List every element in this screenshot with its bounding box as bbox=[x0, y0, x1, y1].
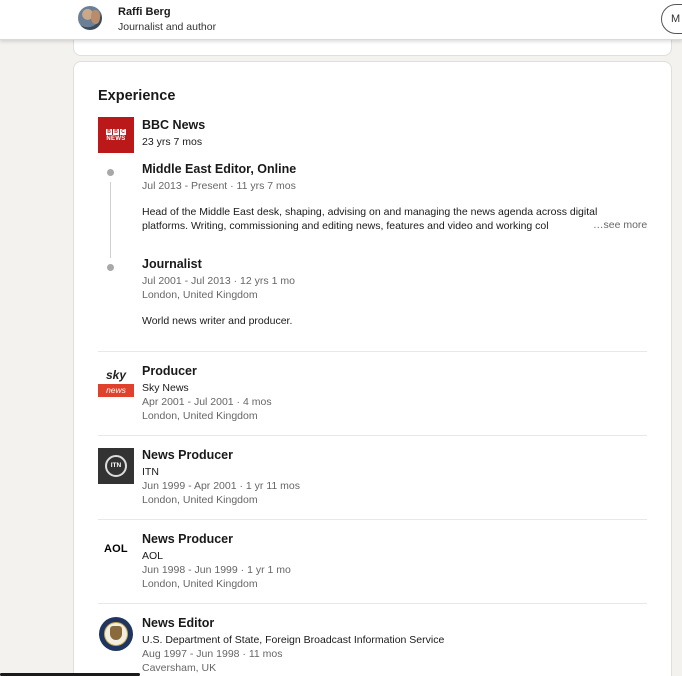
section-title: Experience bbox=[98, 88, 176, 104]
role-description-line: Head of the Middle East desk, shaping, a… bbox=[142, 206, 598, 218]
sticky-profile-header: Raffi Berg Journalist and author M bbox=[0, 0, 682, 40]
timeline-dot bbox=[107, 264, 114, 271]
position-location: London, United Kingdom bbox=[142, 494, 258, 506]
message-button[interactable]: M bbox=[661, 4, 682, 34]
role-description: World news writer and producer. bbox=[142, 315, 293, 327]
position-location: London, United Kingdom bbox=[142, 410, 258, 422]
role-dates: Jul 2001 - Jul 2013 · 12 yrs 1 mo bbox=[142, 275, 295, 287]
logo-word: AOL bbox=[104, 543, 128, 555]
divider bbox=[98, 351, 647, 352]
position-title[interactable]: News Producer bbox=[142, 532, 233, 546]
experience-section: Experience B B C NEWS BBC News 23 yrs 7 … bbox=[73, 61, 672, 676]
position-dates: Aug 1997 - Jun 1998 · 11 mos bbox=[142, 648, 283, 660]
divider bbox=[98, 603, 647, 604]
divider bbox=[98, 435, 647, 436]
bbc-news-logo[interactable]: B B C NEWS bbox=[98, 117, 134, 153]
logo-word: NEWS bbox=[106, 135, 126, 142]
logo-letter: B bbox=[106, 128, 112, 135]
timeline-line bbox=[110, 182, 111, 258]
role-dates: Jul 2013 - Present · 11 yrs 7 mos bbox=[142, 180, 296, 192]
role-title[interactable]: Journalist bbox=[142, 257, 202, 271]
see-more-link[interactable]: …see more bbox=[590, 219, 648, 231]
profile-name: Raffi Berg bbox=[118, 6, 171, 18]
aol-logo[interactable]: AOL bbox=[98, 532, 134, 568]
itn-logo[interactable]: ITN bbox=[98, 448, 134, 484]
position-title[interactable]: News Editor bbox=[142, 616, 214, 630]
role-description-line: platforms. Writing, commissioning and ed… bbox=[142, 220, 549, 232]
us-state-department-seal-icon[interactable] bbox=[98, 616, 134, 652]
role-title[interactable]: Middle East Editor, Online bbox=[142, 162, 296, 176]
profile-headline: Journalist and author bbox=[118, 21, 217, 33]
position-company: ITN bbox=[142, 466, 159, 478]
divider bbox=[98, 519, 647, 520]
position-location: London, United Kingdom bbox=[142, 578, 258, 590]
sky-news-logo[interactable]: sky news bbox=[98, 365, 134, 401]
position-dates: Jun 1998 - Jun 1999 · 1 yr 1 mo bbox=[142, 564, 291, 576]
position-title[interactable]: Producer bbox=[142, 364, 197, 378]
logo-word: sky bbox=[106, 368, 127, 382]
logo-sub: news bbox=[98, 384, 134, 397]
logo-word: ITN bbox=[105, 455, 127, 477]
role-location: London, United Kingdom bbox=[142, 289, 258, 301]
timeline-dot bbox=[107, 169, 114, 176]
position-company: AOL bbox=[142, 550, 164, 562]
logo-letter: B bbox=[113, 128, 119, 135]
position-dates: Apr 2001 - Jul 2001 · 4 mos bbox=[142, 396, 272, 408]
company-duration: 23 yrs 7 mos bbox=[142, 136, 203, 148]
logo-letter: C bbox=[120, 128, 126, 135]
company-name[interactable]: BBC News bbox=[142, 118, 205, 132]
avatar[interactable] bbox=[78, 6, 102, 30]
position-location: Caversham, UK bbox=[142, 662, 217, 674]
position-title[interactable]: News Producer bbox=[142, 448, 233, 462]
position-dates: Jun 1999 - Apr 2001 · 1 yr 11 mos bbox=[142, 480, 300, 492]
position-company: U.S. Department of State, Foreign Broadc… bbox=[142, 634, 445, 646]
position-company: Sky News bbox=[142, 382, 189, 394]
